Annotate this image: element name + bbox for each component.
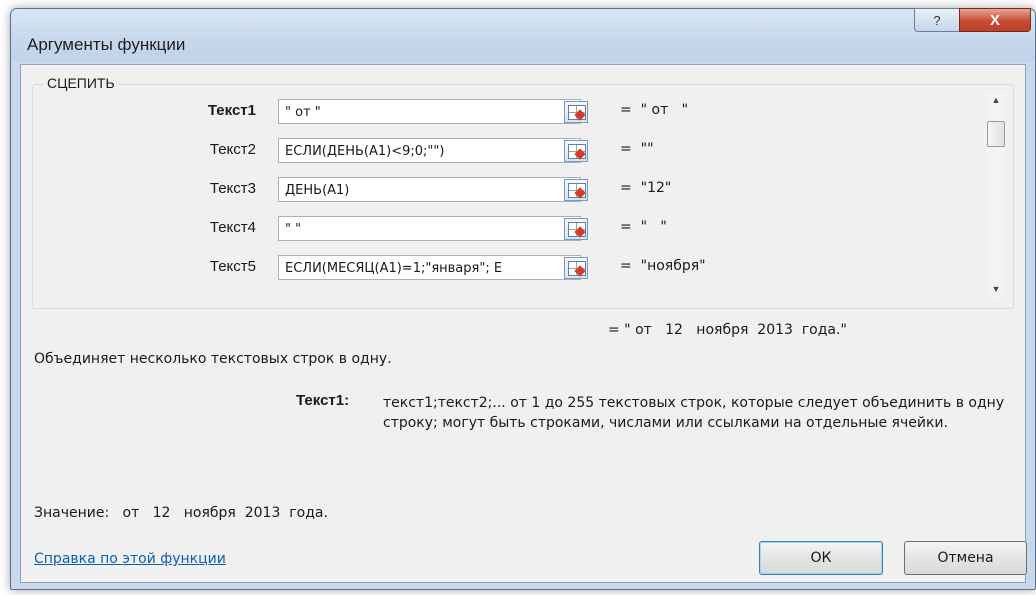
argument-help-name: Текст1: [296,392,350,409]
arg-input-text2[interactable]: ЕСЛИ(ДЕНЬ(A1)<9;0;"") [278,138,581,163]
arg-input-text3[interactable]: ДЕНЬ(A1) [278,177,581,202]
arg-value-text1: = " от " [620,102,689,118]
arg-label-text2: Текст2 [209,141,256,158]
collapse-dialog-button-text3[interactable] [564,179,588,201]
ok-button[interactable]: ОК [759,541,883,575]
function-arguments-group: СЦЕПИТЬ Текст1 " от " = " от " Текст2 ЕС… [32,75,1014,309]
value-line: Значение: от 12 ноября 2013 года. [34,505,328,521]
cancel-button[interactable]: Отмена [904,541,1027,575]
arg-label-text5: Текст5 [209,258,256,275]
arg-input-text5[interactable]: ЕСЛИ(МЕСЯЦ(A1)=1;"января"; Е [278,255,581,280]
arg-input-text4[interactable]: " " [278,216,581,241]
help-button[interactable]: ? [914,8,960,32]
scroll-thumb[interactable] [987,121,1005,147]
close-button[interactable]: X [959,8,1031,32]
collapse-dialog-button-text5[interactable] [564,257,588,279]
scroll-up-icon[interactable]: ▲ [986,91,1006,109]
collapse-dialog-button-text2[interactable] [564,140,588,162]
arg-label-text1: Текст1 [207,102,256,119]
function-help-link[interactable]: Справка по этой функции [34,551,226,567]
arguments-scrollbar[interactable]: ▲ ▼ [986,91,1006,298]
arg-value-text3: = "12" [620,180,672,196]
arg-value-text5: = "ноября" [620,258,706,274]
arg-input-text1[interactable]: " от " [278,99,581,124]
question-mark-icon: ? [933,12,941,28]
arg-label-text4: Текст4 [209,219,256,236]
arg-label-text3: Текст3 [209,180,256,197]
close-icon: X [989,11,1000,29]
arg-value-text4: = " " [620,219,667,235]
dialog-title: Аргументы функции [27,35,186,54]
collapse-dialog-button-text4[interactable] [564,218,588,240]
title-bar[interactable]: Аргументы функции ? X [11,8,1035,61]
argument-help-text: текст1;текст2;... от 1 до 255 текстовых … [383,395,1005,431]
function-arguments-dialog: Аргументы функции ? X СЦЕПИТЬ Текст1 " о… [10,8,1036,590]
scroll-down-icon[interactable]: ▼ [986,280,1006,298]
collapse-dialog-button-text1[interactable] [564,101,588,123]
formula-result: = " от 12 ноября 2013 года." [608,322,847,338]
arg-value-text2: = "" [620,141,654,157]
function-description: Объединяет несколько текстовых строк в о… [34,351,392,367]
dialog-body: СЦЕПИТЬ Текст1 " от " = " от " Текст2 ЕС… [20,64,1027,583]
function-name: СЦЕПИТЬ [43,75,119,91]
